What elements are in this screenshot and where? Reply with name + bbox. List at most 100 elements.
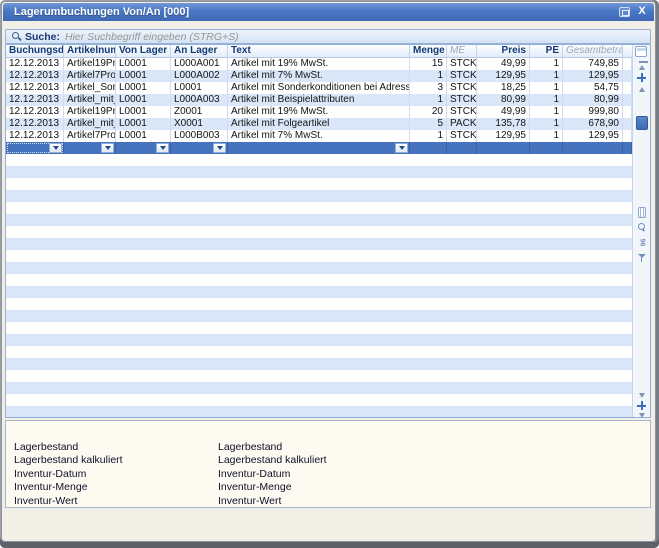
inventory-label: Inventur-Menge (14, 481, 123, 494)
search-input[interactable] (65, 31, 646, 43)
window-frame: Lagerumbuchungen Von/An [000] X Suche: B… (0, 0, 659, 548)
table-row[interactable]: 12.12.2013Artikel7ProzentL0001L000A002Ar… (6, 70, 632, 82)
empty-row[interactable] (6, 262, 632, 274)
card-view-icon[interactable] (635, 207, 648, 218)
grid-area: BuchungsdatumArtikelnummerVon LagerAn La… (6, 45, 632, 417)
empty-row[interactable] (6, 298, 632, 310)
column-header-me[interactable]: ME (447, 45, 477, 57)
empty-row[interactable] (6, 394, 632, 406)
empty-row[interactable] (6, 370, 632, 382)
table-cell (64, 142, 116, 154)
table-cell: 129,95 (477, 70, 530, 82)
search-bar[interactable]: Suche: (5, 29, 651, 44)
empty-row[interactable] (6, 154, 632, 166)
table-cell (228, 142, 410, 154)
chevron-down-icon[interactable] (395, 143, 408, 153)
table-cell: Artikel_mit_Attr (64, 94, 116, 106)
chevron-down-icon[interactable] (101, 143, 114, 153)
inventory-label-column: LagerbestandLagerbestand kalkuliertInven… (14, 441, 123, 508)
table-cell (563, 142, 623, 154)
table-cell: 678,90 (563, 118, 623, 130)
table-cell: STCK (447, 58, 477, 70)
inventory-label: Inventur-Datum (218, 468, 327, 481)
table-cell: 80,99 (477, 94, 530, 106)
window-title: Lagerumbuchungen Von/An [000] (3, 6, 189, 18)
empty-row[interactable] (6, 406, 632, 417)
table-cell (623, 118, 632, 130)
filter-icon[interactable] (635, 252, 648, 263)
column-header-preis[interactable]: Preis (477, 45, 530, 57)
scale-icon[interactable]: 96 (635, 237, 648, 248)
scroll-thumb[interactable] (636, 116, 648, 130)
chevron-down-icon[interactable] (156, 143, 169, 153)
table-row[interactable]: 12.12.2013Artikel_mit_AttrL0001L000A003A… (6, 94, 632, 106)
table-cell: 1 (530, 94, 563, 106)
table-cell: 1 (530, 118, 563, 130)
table-row[interactable]: 12.12.2013Artikel_SonderkL0001L0001Artik… (6, 82, 632, 94)
chevron-down-icon[interactable] (213, 143, 226, 153)
inventory-label: Lagerbestand (14, 441, 123, 454)
close-icon[interactable]: X (636, 5, 648, 17)
table-cell: 999,80 (563, 106, 623, 118)
empty-row[interactable] (6, 190, 632, 202)
table-cell: STCK (447, 130, 477, 142)
column-header-menge[interactable]: Menge (410, 45, 447, 57)
column-header-an-lager[interactable]: An Lager (171, 45, 228, 57)
empty-row[interactable] (6, 334, 632, 346)
empty-row[interactable] (6, 382, 632, 394)
table-cell: 12.12.2013 (6, 94, 64, 106)
column-header-gesamtbetrag[interactable]: Gesamtbetrag (563, 45, 623, 57)
table-cell: L0001 (116, 82, 171, 94)
empty-row[interactable] (6, 358, 632, 370)
table-cell: 12.12.2013 (6, 106, 64, 118)
column-header-pe[interactable]: PE (530, 45, 563, 57)
inventory-label: Inventur-Datum (14, 468, 123, 481)
empty-row[interactable] (6, 238, 632, 250)
table-row[interactable]: 12.12.2013Artikel19ProzenL0001L000A001Ar… (6, 58, 632, 70)
inventory-label: Lagerbestand kalkuliert (14, 454, 123, 467)
search-list-icon[interactable] (635, 222, 648, 233)
column-header-von-lager[interactable]: Von Lager (116, 45, 171, 57)
table-cell: 1 (410, 94, 447, 106)
empty-row[interactable] (6, 214, 632, 226)
column-header-text[interactable]: Text (228, 45, 410, 57)
table-row[interactable]: 12.12.2013Artikel19ProzenL0001Z0001Artik… (6, 106, 632, 118)
scroll-up-icon[interactable] (635, 84, 648, 95)
empty-row[interactable] (6, 286, 632, 298)
table-cell: 1 (410, 70, 447, 82)
table-cell: 18,25 (477, 82, 530, 94)
empty-row[interactable] (6, 250, 632, 262)
table-cell (623, 58, 632, 70)
empty-row[interactable] (6, 178, 632, 190)
empty-row[interactable] (6, 166, 632, 178)
column-header-artikelnummer[interactable]: Artikelnummer (64, 45, 116, 57)
empty-row[interactable] (6, 310, 632, 322)
chevron-down-icon[interactable] (49, 143, 62, 153)
column-options-icon[interactable] (635, 46, 647, 57)
search-icon (12, 32, 21, 41)
empty-row[interactable] (6, 274, 632, 286)
restore-icon[interactable] (619, 7, 630, 17)
empty-row[interactable] (6, 346, 632, 358)
table-cell: Z0001 (171, 106, 228, 118)
table-cell: Artikel mit 19% MwSt. (228, 58, 410, 70)
table-cell: Artikel mit Sonderkonditionen bei Adress… (228, 82, 410, 94)
table-cell (447, 142, 477, 154)
empty-row[interactable] (6, 322, 632, 334)
table-cell: 49,99 (477, 106, 530, 118)
column-header-buchungsdatum[interactable]: Buchungsdatum (6, 45, 64, 57)
data-grid: BuchungsdatumArtikelnummerVon LagerAn La… (5, 44, 651, 418)
table-row[interactable]: 12.12.2013Artikel7ProzentL0001L000B003Ar… (6, 130, 632, 142)
inventory-panel: LagerbestandLagerbestand kalkuliertInven… (5, 420, 651, 508)
scrollbar[interactable]: 96 (632, 45, 650, 417)
empty-row[interactable] (6, 226, 632, 238)
table-cell: 5 (410, 118, 447, 130)
table-row[interactable]: 12.12.2013Artikel_mit_FolgL0001X0001Arti… (6, 118, 632, 130)
table-cell: 135,78 (477, 118, 530, 130)
add-position-icon[interactable] (635, 72, 648, 83)
empty-row[interactable] (6, 202, 632, 214)
new-entry-row[interactable] (6, 142, 632, 154)
table-cell (623, 130, 632, 142)
scroll-to-top-icon[interactable] (635, 60, 648, 71)
column-header-filler (623, 45, 632, 57)
